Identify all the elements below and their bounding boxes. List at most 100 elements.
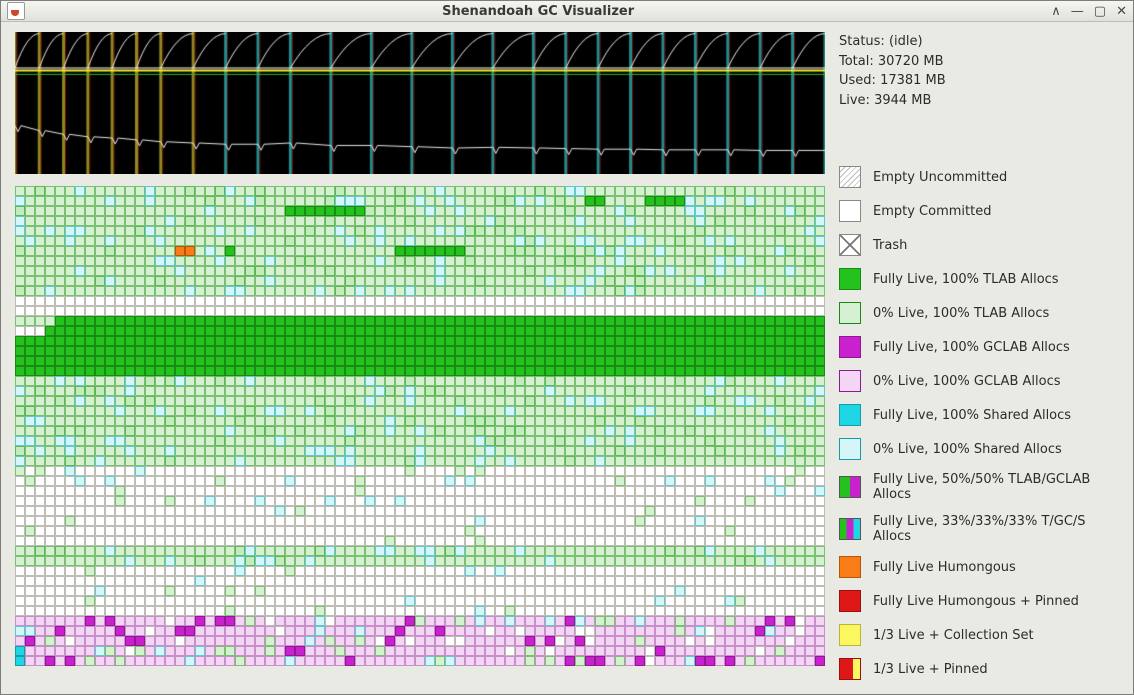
heap-region-cell — [425, 456, 435, 466]
heap-region-cell — [665, 326, 675, 336]
heap-region-cell — [25, 196, 35, 206]
heap-region-cell — [315, 466, 325, 476]
heap-region-cell — [45, 396, 55, 406]
minimize-icon[interactable]: — — [1071, 4, 1084, 19]
heap-region-cell — [65, 486, 75, 496]
heap-region-cell — [375, 536, 385, 546]
heap-region-cell — [275, 536, 285, 546]
heap-region-cell — [325, 266, 335, 276]
heap-region-cell — [635, 606, 645, 616]
heap-region-cell — [565, 366, 575, 376]
heap-region-cell — [55, 376, 65, 386]
heap-region-cell — [625, 266, 635, 276]
heap-region-cell — [75, 336, 85, 346]
heap-region-cell — [755, 426, 765, 436]
heap-region-cell — [45, 526, 55, 536]
heap-region-cell — [655, 226, 665, 236]
heap-region-cell — [785, 656, 795, 666]
heap-region-cell — [75, 396, 85, 406]
rollup-icon[interactable]: ∧ — [1051, 4, 1061, 19]
heap-region-cell — [375, 206, 385, 216]
titlebar[interactable]: Shenandoah GC Visualizer ∧ — ▢ ✕ — [1, 1, 1133, 22]
heap-region-cell — [25, 656, 35, 666]
heap-region-cell — [705, 536, 715, 546]
heap-region-cell — [585, 516, 595, 526]
heap-region-cell — [625, 536, 635, 546]
heap-region-cell — [285, 376, 295, 386]
heap-region-cell — [455, 596, 465, 606]
heap-region-cell — [125, 306, 135, 316]
heap-region-cell — [115, 566, 125, 576]
heap-region-cell — [545, 206, 555, 216]
heap-region-cell — [235, 366, 245, 376]
heap-region-cell — [145, 486, 155, 496]
heap-region-cell — [245, 296, 255, 306]
heap-region-cell — [795, 616, 805, 626]
right-panel: Status: (idle) Total: 30720 MB Used: 173… — [839, 32, 1119, 680]
heap-region-cell — [695, 446, 705, 456]
heap-region-cell — [645, 526, 655, 536]
heap-region-cell — [265, 296, 275, 306]
heap-region-cell — [735, 436, 745, 446]
heap-region-cell — [555, 476, 565, 486]
heap-region-cell — [815, 366, 825, 376]
heap-region-cell — [495, 446, 505, 456]
maximize-icon[interactable]: ▢ — [1094, 4, 1106, 19]
heap-region-cell — [785, 196, 795, 206]
heap-region-cell — [115, 226, 125, 236]
heap-region-cell — [145, 216, 155, 226]
heap-region-cell — [115, 426, 125, 436]
heap-region-cell — [705, 286, 715, 296]
heap-region-cell — [145, 446, 155, 456]
heap-region-cell — [635, 536, 645, 546]
heap-region-cell — [555, 326, 565, 336]
heap-region-cell — [435, 496, 445, 506]
heap-region-cell — [645, 226, 655, 236]
heap-region-cell — [15, 256, 25, 266]
heap-region-cell — [55, 216, 65, 226]
heap-region-cell — [335, 556, 345, 566]
heap-region-cell — [255, 616, 265, 626]
heap-region-cell — [325, 406, 335, 416]
heap-region-cell — [615, 366, 625, 376]
heap-region-cell — [755, 486, 765, 496]
heap-region-cell — [515, 586, 525, 596]
heap-region-cell — [655, 446, 665, 456]
heap-region-cell — [45, 356, 55, 366]
heap-region-cell — [145, 506, 155, 516]
heap-region-cell — [225, 576, 235, 586]
heap-region-cell — [195, 256, 205, 266]
heap-region-cell — [265, 236, 275, 246]
heap-region-cell — [595, 586, 605, 596]
heap-region-cell — [535, 206, 545, 216]
heap-region-cell — [585, 606, 595, 616]
heap-region-cell — [445, 276, 455, 286]
heap-region-cell — [465, 366, 475, 376]
heap-region-cell — [285, 446, 295, 456]
heap-region-cell — [705, 416, 715, 426]
heap-region-cell — [745, 386, 755, 396]
heap-region-cell — [565, 406, 575, 416]
heap-region-cell — [435, 486, 445, 496]
heap-region-cell — [735, 596, 745, 606]
heap-region-cell — [735, 536, 745, 546]
heap-region-cell — [305, 656, 315, 666]
heap-region-cell — [715, 466, 725, 476]
heap-region-cell — [375, 476, 385, 486]
heap-region-cell — [95, 186, 105, 196]
heap-region-cell — [125, 226, 135, 236]
heap-region-cell — [755, 496, 765, 506]
heap-region-cell — [615, 286, 625, 296]
heap-region-cell — [745, 346, 755, 356]
heap-region-cell — [15, 316, 25, 326]
heap-region-cell — [795, 336, 805, 346]
heap-region-cell — [585, 236, 595, 246]
heap-region-cell — [515, 576, 525, 586]
heap-region-cell — [595, 446, 605, 456]
heap-region-cell — [545, 586, 555, 596]
close-icon[interactable]: ✕ — [1116, 4, 1127, 19]
heap-region-cell — [45, 206, 55, 216]
heap-region-cell — [525, 266, 535, 276]
heap-region-cell — [485, 566, 495, 576]
heap-region-cell — [765, 496, 775, 506]
